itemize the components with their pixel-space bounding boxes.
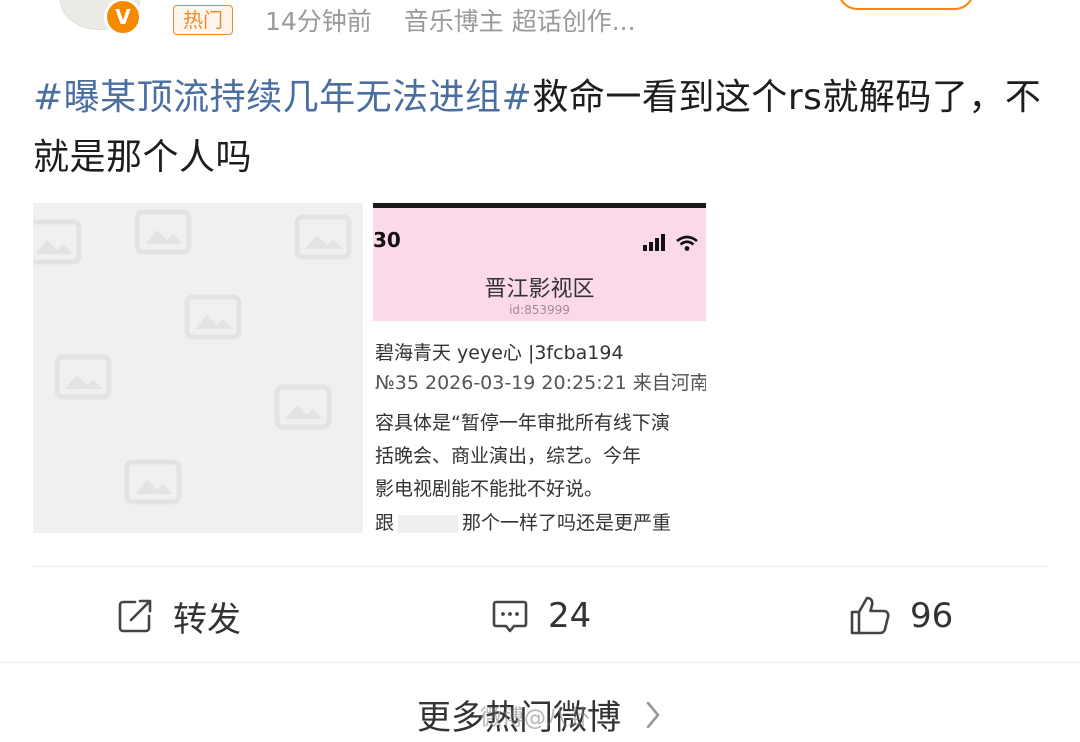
screenshot-content-line: 括晚会、商业演出，综艺。今年	[375, 445, 642, 467]
comment-button[interactable]: 24	[490, 590, 591, 642]
time-ago: 14分钟前	[265, 7, 372, 36]
image-placeholder-icon	[134, 209, 192, 255]
image-placeholder-icon	[33, 219, 82, 265]
screenshot-time: 30	[373, 228, 401, 252]
hashtag-link[interactable]: #曝某顶流持续几年无法进组#	[33, 77, 532, 118]
image-placeholder[interactable]	[33, 203, 363, 533]
hot-badge: 热门	[173, 5, 233, 35]
repost-icon	[118, 599, 152, 633]
post-text: #曝某顶流持续几年无法进组#救命一看到这个rs就解码了，不就是那个人吗	[33, 68, 1043, 188]
chevron-right-icon	[646, 701, 660, 728]
action-bar: 转发 24 96	[0, 590, 1080, 642]
like-button[interactable]: 96	[848, 590, 953, 642]
watermark: 微博@八卦	[480, 706, 591, 731]
repost-button[interactable]: 转发	[115, 590, 241, 642]
image-placeholder-icon	[274, 384, 332, 430]
screenshot-content-part: 跟	[375, 512, 395, 533]
post-header: V 热门 14分钟前 音乐博主 超话创作...	[0, 0, 1080, 48]
verified-v-icon: V	[104, 0, 142, 36]
image-placeholder-icon	[184, 294, 242, 340]
screenshot-content-line: 跟 那个一样了吗还是更严重	[375, 508, 671, 533]
comment-count: 24	[548, 596, 592, 636]
post-meta: 14分钟前 音乐博主 超话创作...	[265, 2, 660, 38]
divider	[33, 566, 1047, 567]
user-tags: 音乐博主 超话创作...	[403, 7, 636, 36]
image-placeholder-icon	[294, 214, 352, 260]
divider	[0, 662, 1080, 663]
screenshot-content-line: 影电视剧能不能批不好说。	[375, 478, 604, 500]
comment-icon	[492, 600, 528, 633]
screenshot-content-part: 那个一样了吗还是更严重	[462, 512, 672, 533]
like-icon	[850, 596, 890, 635]
like-count: 96	[910, 596, 954, 636]
follow-button[interactable]	[838, 0, 974, 10]
screenshot-post-info: №35 2026-03-19 20:25:21 来自河南	[375, 372, 706, 394]
redacted-blur	[398, 514, 459, 533]
screenshot-user: 碧海青天 yeye心 |3fcba194	[375, 342, 624, 364]
screenshot-image[interactable]: 30 晋江影视区 id:853999 碧海青天 yeye心 |3fcba194 …	[373, 203, 706, 533]
repost-label: 转发	[173, 599, 241, 640]
signal-icon	[643, 234, 698, 251]
screenshot-id: id:853999	[509, 303, 570, 317]
screenshot-title: 晋江影视区	[484, 277, 595, 302]
screenshot-top-bar	[373, 203, 706, 208]
image-placeholder-icon	[124, 459, 182, 505]
image-placeholder-icon	[54, 354, 112, 400]
screenshot-content-line: 容具体是“暂停一年审批所有线下演	[375, 412, 670, 434]
